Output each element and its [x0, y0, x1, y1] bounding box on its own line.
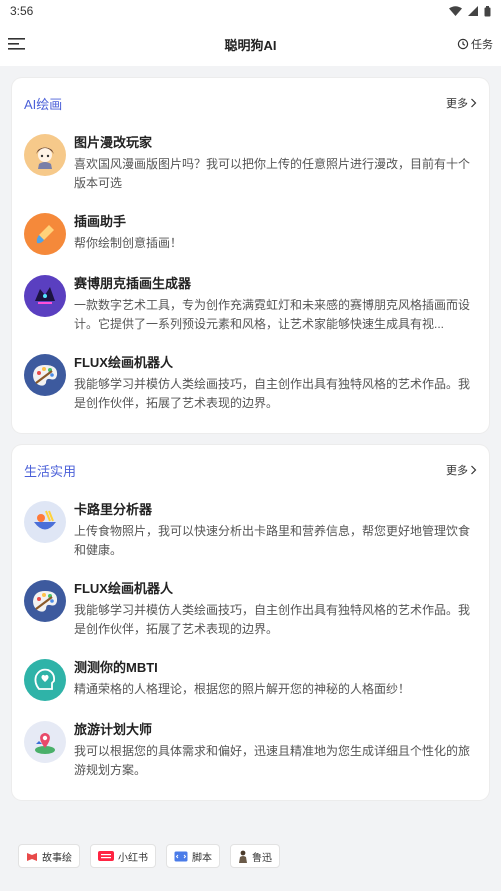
food-bowl-icon [24, 501, 66, 543]
section-card-1: 生活实用 更多 卡路里分析器 上传食物照片，我可以快速分析出卡路里和营养信息，帮… [12, 445, 489, 800]
bot-description: 喜欢国风漫画版图片吗？我可以把你上传的任意照片进行漫改，目前有十个版本可选 [74, 157, 471, 190]
palette-icon [24, 580, 66, 622]
anime-girl-icon [24, 134, 66, 176]
map-pin-icon [24, 721, 66, 763]
status-time: 3:56 [10, 4, 34, 18]
section-header: AI绘画 更多 [24, 92, 477, 114]
section-card-0: AI绘画 更多 图片漫改玩家 喜欢国风漫画版图片吗？我可以把你上传的任意照片进行… [12, 78, 489, 433]
bot-item-text: 卡路里分析器 上传食物照片，我可以快速分析出卡路里和营养信息，帮您更好地管理饮食… [74, 499, 477, 560]
bot-item-text: 旅游计划大师 我可以根据您的具体需求和偏好，迅速且精准地为您生成详细且个性化的旅… [74, 719, 477, 780]
bot-name: 测测你的MBTI [74, 660, 158, 675]
bot-description: 我能够学习并模仿人类绘画技巧，自主创作出具有独特风格的艺术作品。我是创作伙伴，拓… [74, 603, 471, 636]
bot-description: 我能够学习并模仿人类绘画技巧，自主创作出具有独特风格的艺术作品。我是创作伙伴，拓… [74, 377, 471, 410]
tasks-button[interactable]: 任务 [457, 36, 493, 52]
section-items: 图片漫改玩家 喜欢国风漫画版图片吗？我可以把你上传的任意照片进行漫改，目前有十个… [24, 124, 477, 423]
bot-name: FLUX绘画机器人 [74, 581, 173, 596]
menu-icon [8, 38, 25, 50]
status-icons [449, 5, 491, 17]
app-header: 聪明狗AI 任务 [0, 22, 501, 66]
shortcut-chip-label: 脚本 [192, 852, 212, 864]
bot-item-text: 赛博朋克插画生成器 一款数字艺术工具，专为创作充满霓虹灯和未来感的赛博朋克风格插… [74, 273, 477, 334]
shortcut-chip-1[interactable]: 小红书 [90, 844, 156, 868]
bot-list-item[interactable]: 图片漫改玩家 喜欢国风漫画版图片吗？我可以把你上传的任意照片进行漫改，目前有十个… [24, 124, 477, 203]
bot-description: 精通荣格的人格理论，根据您的照片解开您的神秘的人格面纱！ [74, 682, 411, 696]
bot-item-text: 测测你的MBTI 精通荣格的人格理论，根据您的照片解开您的神秘的人格面纱！ [74, 657, 477, 699]
section-title: AI绘画 [24, 96, 63, 112]
palette-icon [24, 354, 66, 396]
bot-list-item[interactable]: 卡路里分析器 上传食物照片，我可以快速分析出卡路里和营养信息，帮您更好地管理饮食… [24, 491, 477, 570]
bot-list-item[interactable]: 旅游计划大师 我可以根据您的具体需求和偏好，迅速且精准地为您生成详细且个性化的旅… [24, 711, 477, 790]
bot-list-item[interactable]: FLUX绘画机器人 我能够学习并模仿人类绘画技巧，自主创作出具有独特风格的艺术作… [24, 570, 477, 649]
bot-item-text: FLUX绘画机器人 我能够学习并模仿人类绘画技巧，自主创作出具有独特风格的艺术作… [74, 352, 477, 413]
chevron-right-icon [471, 98, 477, 108]
app-title: 聪明狗AI [224, 37, 277, 53]
section-items: 卡路里分析器 上传食物照片，我可以快速分析出卡路里和营养信息，帮您更好地管理饮食… [24, 491, 477, 790]
bot-name: 赛博朋克插画生成器 [74, 276, 192, 291]
wifi-icon [449, 6, 462, 16]
bot-description: 一款数字艺术工具，专为创作充满霓虹灯和未来感的赛博朋克风格插画而设计。它提供了一… [74, 298, 471, 331]
more-label: 更多 [446, 465, 468, 477]
bot-list-item[interactable]: 赛博朋克插画生成器 一款数字艺术工具，专为创作充满霓虹灯和未来感的赛博朋克风格插… [24, 265, 477, 344]
menu-button[interactable] [6, 33, 28, 55]
chevron-right-icon [471, 465, 477, 475]
bot-name: 图片漫改玩家 [74, 135, 153, 150]
more-button[interactable]: 更多 [446, 95, 477, 111]
bot-list-item[interactable]: 插画助手 帮你绘制创意插画！ [24, 203, 477, 265]
heart-head-icon [24, 659, 66, 701]
luxun-icon [238, 850, 248, 863]
main-content: AI绘画 更多 图片漫改玩家 喜欢国风漫画版图片吗？我可以把你上传的任意照片进行… [0, 66, 501, 800]
shortcut-chip-0[interactable]: 故事绘 [18, 844, 80, 868]
shortcut-chip-label: 鲁迅 [252, 852, 272, 864]
xiaohongshu-icon [98, 851, 114, 861]
bot-list-item[interactable]: 测测你的MBTI 精通荣格的人格理论，根据您的照片解开您的神秘的人格面纱！ [24, 649, 477, 711]
signal-icon [468, 6, 478, 16]
bot-item-text: FLUX绘画机器人 我能够学习并模仿人类绘画技巧，自主创作出具有独特风格的艺术作… [74, 578, 477, 639]
section-title: 生活实用 [24, 463, 77, 479]
cyber-dragon-icon [24, 275, 66, 317]
bot-name: FLUX绘画机器人 [74, 355, 173, 370]
more-label: 更多 [446, 98, 468, 110]
section-header: 生活实用 更多 [24, 459, 477, 481]
battery-icon [484, 5, 491, 16]
shortcut-chip-label: 故事绘 [42, 852, 72, 864]
more-button[interactable]: 更多 [446, 462, 477, 478]
tasks-label: 任务 [471, 39, 493, 51]
history-icon [457, 38, 469, 50]
shortcut-chip-label: 小红书 [118, 852, 148, 864]
script-icon [174, 851, 188, 862]
status-bar: 3:56 [0, 0, 501, 22]
bot-name: 插画助手 [74, 214, 127, 229]
paint-brush-icon [24, 213, 66, 255]
bot-name: 卡路里分析器 [74, 502, 153, 517]
shortcut-chip-2[interactable]: 脚本 [166, 844, 220, 868]
bottom-shortcut-bar: 故事绘 小红书 脚本 鲁迅 [18, 844, 280, 868]
bot-item-text: 图片漫改玩家 喜欢国风漫画版图片吗？我可以把你上传的任意照片进行漫改，目前有十个… [74, 132, 477, 193]
story-icon [26, 851, 38, 862]
shortcut-chip-3[interactable]: 鲁迅 [230, 844, 280, 868]
bot-list-item[interactable]: FLUX绘画机器人 我能够学习并模仿人类绘画技巧，自主创作出具有独特风格的艺术作… [24, 344, 477, 423]
bot-description: 帮你绘制创意插画！ [74, 236, 183, 250]
bot-description: 上传食物照片，我可以快速分析出卡路里和营养信息，帮您更好地管理饮食和健康。 [74, 524, 471, 557]
bot-name: 旅游计划大师 [74, 722, 153, 737]
bot-item-text: 插画助手 帮你绘制创意插画！ [74, 211, 477, 253]
bot-description: 我可以根据您的具体需求和偏好，迅速且精准地为您生成详细且个性化的旅游规划方案。 [74, 744, 471, 777]
